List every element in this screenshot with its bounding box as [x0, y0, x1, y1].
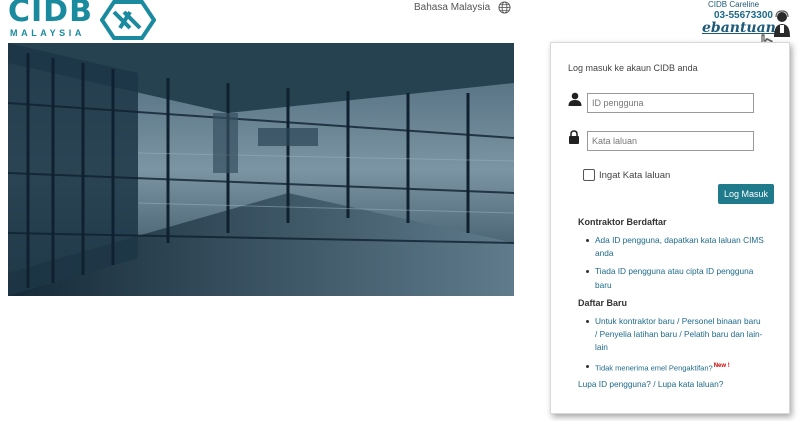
username-input[interactable]	[587, 93, 754, 113]
careline-banner[interactable]: CIDB Careline 03-55673300 ebantuan	[700, 0, 800, 40]
forgot-password-link[interactable]: Lupa kata laluan?	[658, 379, 724, 389]
new-registration-link[interactable]: Untuk kontraktor baru / Personel binaan …	[586, 315, 765, 355]
link-separator: /	[650, 379, 658, 389]
remember-checkbox[interactable]	[583, 169, 595, 181]
forgot-links: Lupa ID pengguna? / Lupa kata laluan?	[578, 379, 723, 389]
hero-glass-corridor	[8, 43, 514, 296]
registered-links: Ada ID pengguna, dapatkan kata laluan CI…	[586, 234, 765, 292]
forgot-id-link[interactable]: Lupa ID pengguna?	[578, 379, 651, 389]
hero-image	[8, 43, 514, 296]
remember-password[interactable]: Ingat Kata laluan	[583, 169, 670, 181]
activation-email-link[interactable]: Tidak menerima emel Pengaktifan?	[595, 363, 713, 372]
activation-email-item: Tidak menerima emel Pengaktifan?New !	[586, 360, 765, 375]
lock-icon	[569, 130, 579, 144]
new-badge: New !	[713, 362, 730, 369]
login-button[interactable]: Log Masuk	[718, 184, 774, 204]
password-input[interactable]	[587, 131, 754, 151]
logo-text: CIDB	[8, 0, 93, 29]
new-registration-links: Untuk kontraktor baru / Personel binaan …	[586, 315, 765, 375]
language-selector[interactable]: Bahasa Malaysia	[414, 0, 511, 14]
logo-subtext: MALAYSIA	[10, 28, 85, 38]
logo-mark-icon	[100, 0, 156, 40]
login-title: Log masuk ke akaun CIDB anda	[568, 63, 698, 73]
user-icon	[568, 92, 582, 106]
language-label: Bahasa Malaysia	[414, 1, 491, 13]
registered-heading: Kontraktor Berdaftar	[578, 217, 667, 227]
careline-title: CIDB Careline	[708, 0, 760, 9]
support-agent-icon	[774, 10, 790, 37]
create-user-id-link[interactable]: Tiada ID pengguna atau cipta ID pengguna…	[586, 265, 765, 291]
cidb-logo[interactable]: CIDB MALAYSIA	[8, 0, 158, 40]
globe-icon	[498, 0, 511, 14]
get-password-link[interactable]: Ada ID pengguna, dapatkan kata laluan CI…	[586, 234, 765, 260]
remember-label: Ingat Kata laluan	[599, 169, 671, 181]
login-panel: Log masuk ke akaun CIDB anda Ingat Kata …	[550, 42, 790, 414]
new-registration-heading: Daftar Baru	[578, 298, 628, 308]
